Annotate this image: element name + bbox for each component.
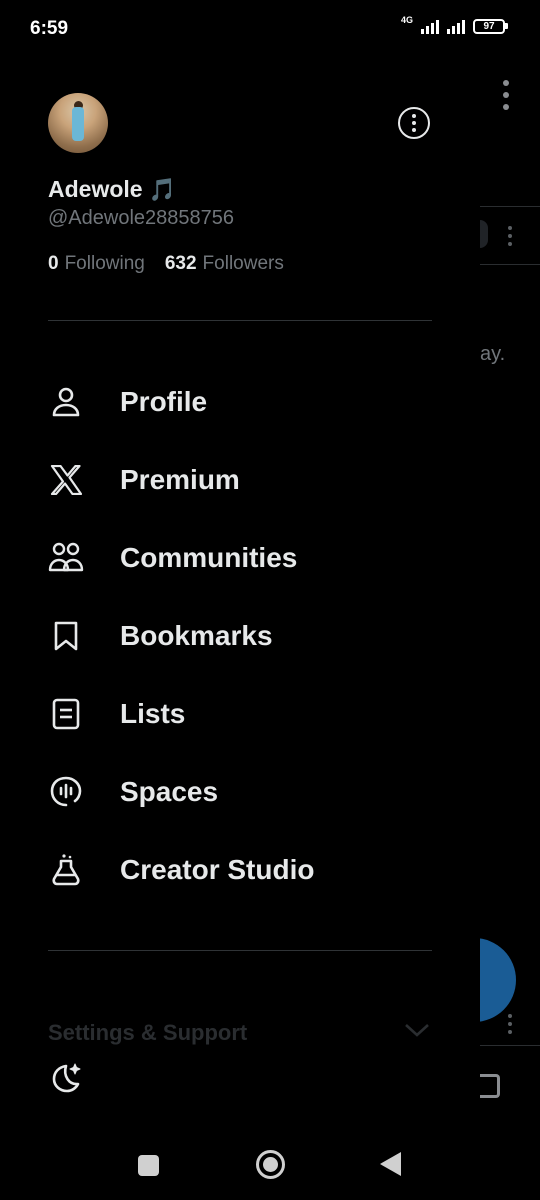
recents-button[interactable] bbox=[138, 1155, 159, 1176]
account-options-button[interactable] bbox=[398, 107, 430, 139]
spaces-icon bbox=[48, 774, 84, 810]
background-more-icon bbox=[503, 80, 509, 110]
menu-item-label: Bookmarks bbox=[120, 620, 273, 651]
navigation-drawer: Adewole 🎵 @Adewole28858756 0 Following 6… bbox=[0, 60, 480, 1140]
menu-item-communities[interactable]: Communities bbox=[0, 519, 480, 597]
following-label[interactable]: Following bbox=[65, 253, 145, 275]
status-time: 6:59 bbox=[30, 18, 69, 39]
menu-item-label: Creator Studio bbox=[120, 854, 315, 885]
background-more-icon bbox=[508, 1014, 512, 1034]
menu-item-profile[interactable]: Profile bbox=[0, 363, 480, 441]
signal-icon bbox=[421, 18, 439, 34]
communities-icon bbox=[48, 540, 84, 576]
chevron-down-icon[interactable] bbox=[404, 1022, 430, 1043]
dark-mode-moon-icon[interactable] bbox=[48, 1060, 84, 1101]
following-count[interactable]: 0 bbox=[48, 253, 59, 275]
follow-stats: 0 Following 632 Followers bbox=[48, 253, 284, 275]
menu-item-lists[interactable]: Lists bbox=[0, 675, 480, 753]
divider bbox=[48, 950, 432, 951]
menu-item-spaces[interactable]: Spaces bbox=[0, 753, 480, 831]
back-button[interactable] bbox=[380, 1152, 401, 1176]
list-icon bbox=[48, 696, 84, 732]
music-note-icon: 🎵 bbox=[148, 176, 176, 202]
battery-icon: 97 bbox=[473, 18, 508, 34]
bookmark-icon bbox=[48, 618, 84, 654]
home-button[interactable] bbox=[256, 1150, 285, 1179]
status-icons: 4G 97 bbox=[400, 15, 508, 34]
settings-support-toggle[interactable]: Settings & Support bbox=[48, 1020, 247, 1046]
x-logo-icon bbox=[48, 462, 84, 498]
menu-item-label: Profile bbox=[120, 386, 208, 417]
display-name-text: Adewole bbox=[48, 176, 143, 202]
flask-icon bbox=[48, 852, 84, 888]
menu-item-label: Premium bbox=[120, 464, 240, 495]
followers-label[interactable]: Followers bbox=[203, 253, 284, 275]
drawer-menu: Profile Premium Communities Bookmarks Li… bbox=[0, 363, 480, 909]
background-divider bbox=[480, 1045, 540, 1046]
followers-count[interactable]: 632 bbox=[165, 253, 197, 275]
menu-item-bookmarks[interactable]: Bookmarks bbox=[0, 597, 480, 675]
menu-item-label: Lists bbox=[120, 698, 186, 729]
menu-item-premium[interactable]: Premium bbox=[0, 441, 480, 519]
menu-item-label: Communities bbox=[120, 542, 298, 573]
background-more-icon bbox=[508, 226, 512, 246]
divider bbox=[48, 320, 432, 321]
menu-item-label: Spaces bbox=[120, 776, 219, 807]
display-name[interactable]: Adewole 🎵 bbox=[48, 176, 176, 203]
person-icon bbox=[48, 384, 84, 420]
system-nav-bar bbox=[0, 1140, 540, 1200]
background-divider bbox=[480, 206, 540, 207]
menu-item-creator-studio[interactable]: Creator Studio bbox=[0, 831, 480, 909]
user-handle: @Adewole28858756 bbox=[48, 207, 235, 229]
status-bar: 6:59 4G 97 bbox=[0, 0, 540, 60]
background-divider bbox=[480, 264, 540, 265]
battery-level: 97 bbox=[473, 18, 505, 34]
background-text: ay. bbox=[480, 343, 506, 365]
messages-icon[interactable] bbox=[478, 1074, 500, 1098]
signal-icon bbox=[447, 18, 465, 34]
network-type-label: 4G bbox=[400, 15, 413, 25]
avatar[interactable] bbox=[48, 93, 108, 153]
